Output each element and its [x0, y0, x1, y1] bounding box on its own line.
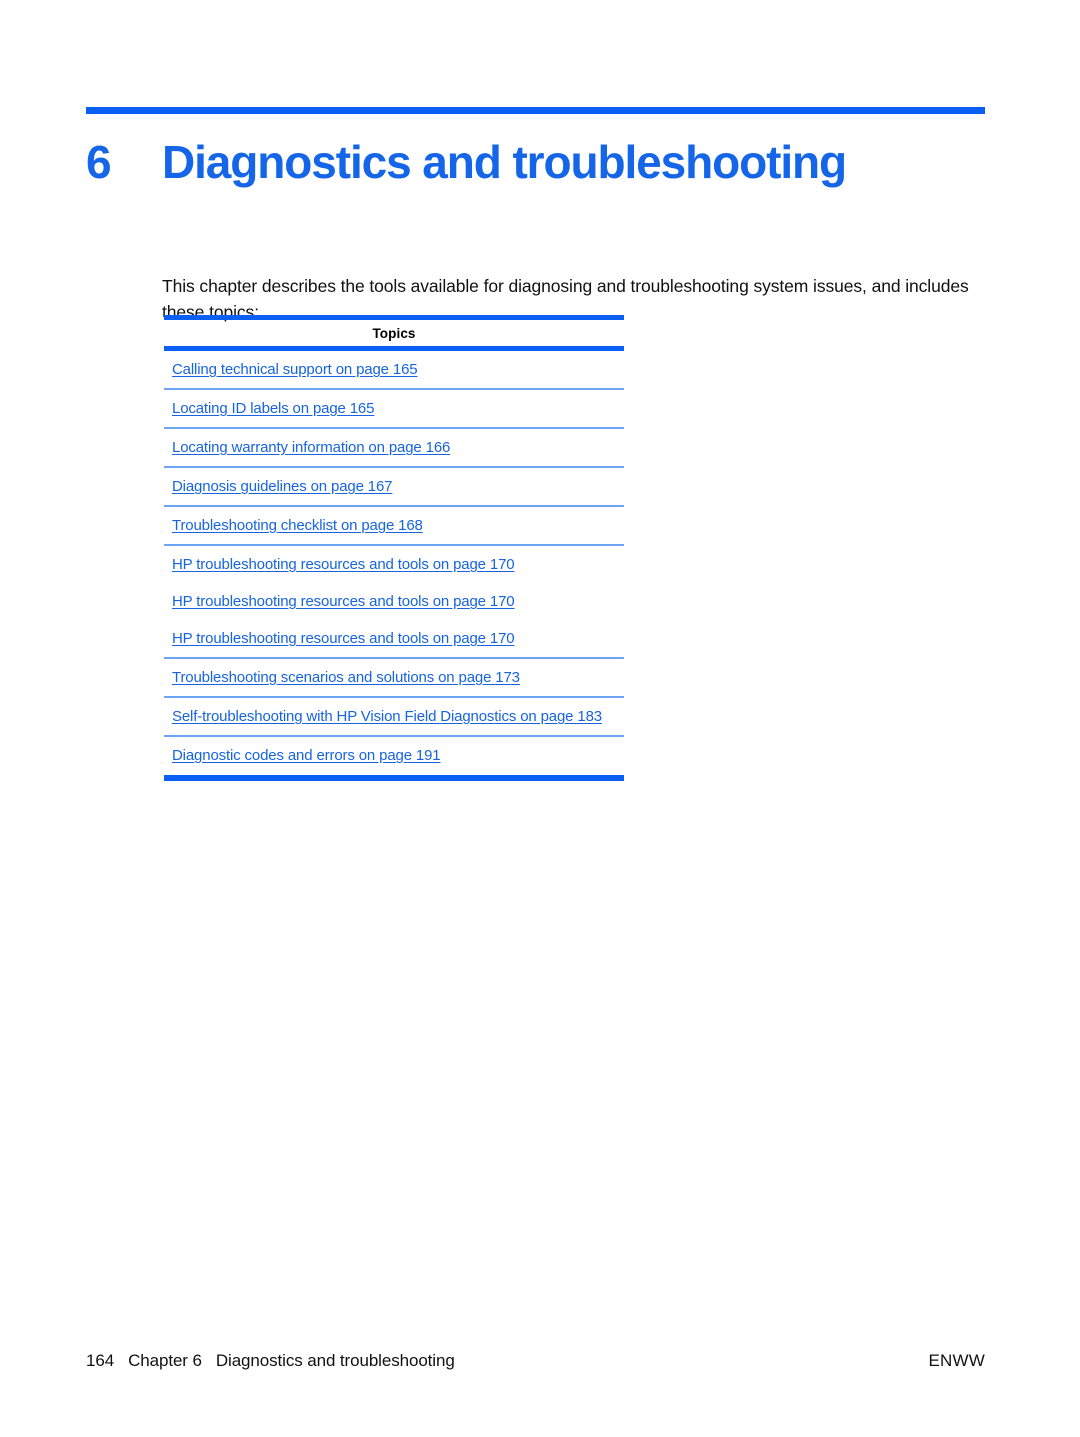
- table-row[interactable]: Troubleshooting scenarios and solutions …: [164, 659, 624, 698]
- chapter-top-rule: [86, 107, 985, 114]
- page-footer: 164 Chapter 6 Diagnostics and troubleshoot…: [86, 1350, 985, 1374]
- topic-link[interactable]: Troubleshooting scenarios and solutions …: [172, 669, 520, 686]
- topic-link[interactable]: HP troubleshooting resources and tools o…: [172, 556, 515, 573]
- table-row[interactable]: Diagnosis guidelines on page 167: [164, 468, 624, 507]
- footer-chapter-label: Chapter 6: [128, 1351, 202, 1370]
- footer-left-group: 164 Chapter 6 Diagnostics and troubleshoot…: [86, 1350, 455, 1372]
- table-row[interactable]: Locating ID labels on page 165: [164, 390, 624, 429]
- footer-chapter-title: Diagnostics and troubleshooting: [215, 1351, 455, 1370]
- topic-link[interactable]: Locating ID labels on page 165: [172, 400, 374, 417]
- topic-link[interactable]: Troubleshooting checklist on page 168: [172, 517, 423, 534]
- footer-page-number: 164: [86, 1351, 115, 1370]
- table-row[interactable]: Self-troubleshooting with HP Vision Fiel…: [164, 698, 624, 737]
- table-row[interactable]: HP troubleshooting resources and tools o…: [164, 583, 624, 620]
- topics-header-label: Topics: [372, 326, 416, 341]
- topics-table: Topics Calling technical support on page…: [164, 315, 624, 781]
- table-row[interactable]: Diagnostic codes and errors on page 191: [164, 737, 624, 774]
- topic-link[interactable]: HP troubleshooting resources and tools o…: [172, 593, 515, 610]
- table-row[interactable]: Troubleshooting checklist on page 168: [164, 507, 624, 546]
- topic-link[interactable]: Locating warranty information on page 16…: [172, 439, 450, 456]
- topic-link[interactable]: Diagnosis guidelines on page 167: [172, 478, 393, 495]
- page-title: Diagnostics and troubleshooting: [162, 136, 847, 188]
- table-row[interactable]: HP troubleshooting resources and tools o…: [164, 546, 624, 583]
- topics-footer-rule: [164, 775, 624, 781]
- table-row[interactable]: Locating warranty information on page 16…: [164, 429, 624, 468]
- table-row[interactable]: Calling technical support on page 165: [164, 351, 624, 390]
- table-row[interactable]: HP troubleshooting resources and tools o…: [164, 620, 624, 659]
- chapter-number: 6: [86, 136, 112, 188]
- document-page: 6 Diagnostics and troubleshooting This ch…: [0, 0, 1080, 1437]
- topic-link[interactable]: Diagnostic codes and errors on page 191: [172, 747, 441, 764]
- footer-locale-code: ENWW: [928, 1351, 985, 1370]
- chapter-heading: 6 Diagnostics and troubleshooting: [86, 132, 986, 198]
- topic-link[interactable]: Calling technical support on page 165: [172, 361, 418, 378]
- topic-link[interactable]: Self-troubleshooting with HP Vision Fiel…: [172, 708, 602, 725]
- topic-link[interactable]: HP troubleshooting resources and tools o…: [172, 630, 515, 647]
